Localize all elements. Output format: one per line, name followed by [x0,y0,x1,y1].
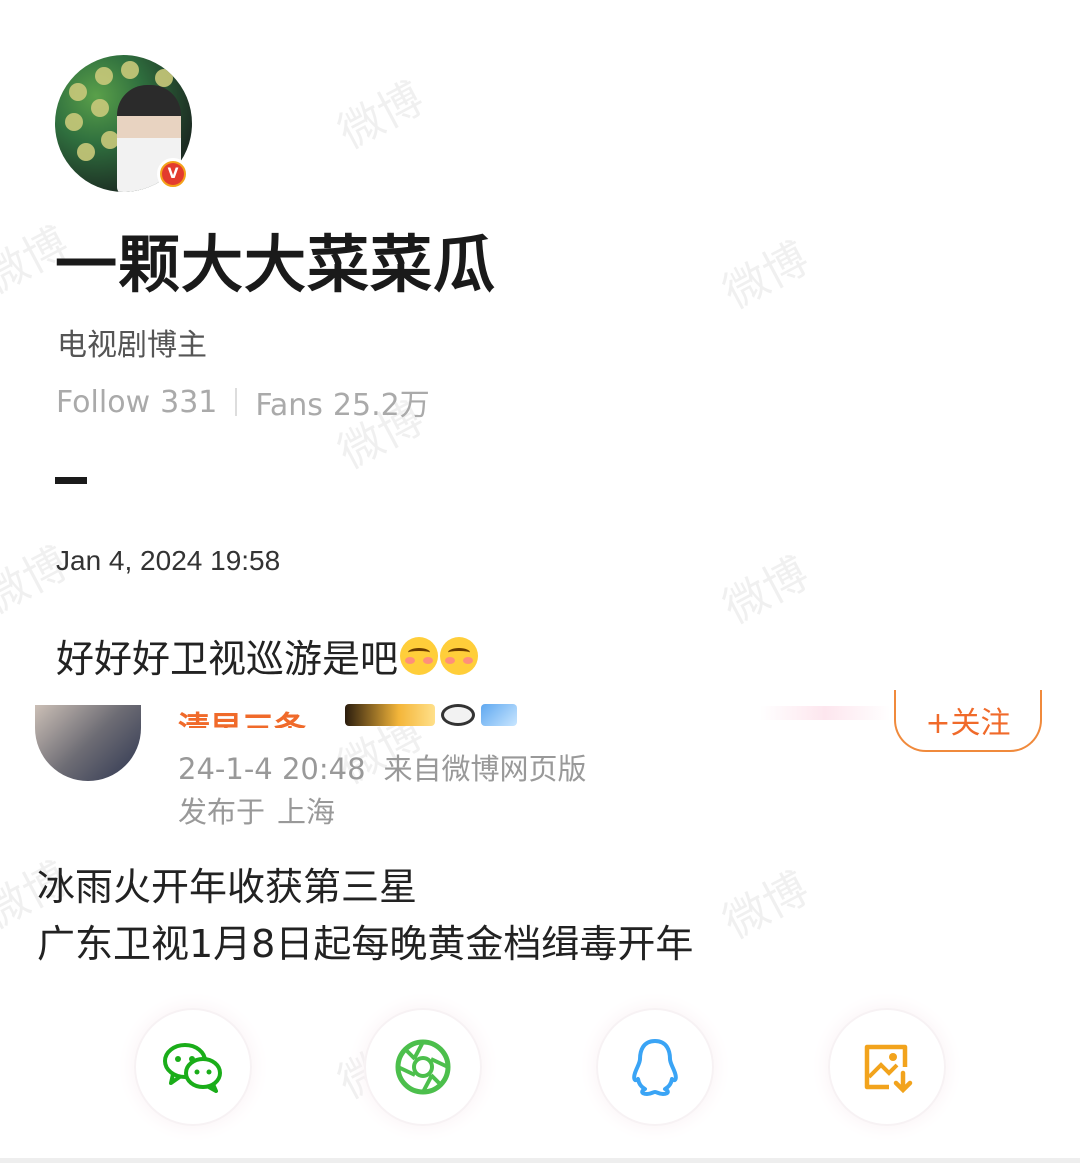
watermark: 微博 [715,547,817,635]
watermark: 微博 [715,862,817,950]
quoted-author-badges [345,704,517,726]
watermark: 微博 [0,537,77,625]
qq-icon [632,1039,678,1096]
share-moments-button[interactable] [364,1008,482,1126]
bottom-separator [0,1158,1080,1163]
panda-badge-icon [441,704,475,726]
wechat-icon [163,1043,222,1093]
quoted-post-text-line: 广东卫视1月8日起每晚黄金档缉毒开年 [37,922,694,966]
decorative-banner [760,706,890,720]
level-badge-icon [481,704,517,726]
post-date: Jan 4, 2024 19:58 [56,545,281,576]
quoted-author-name[interactable]: 清早三条 [178,668,306,728]
share-qq-button[interactable] [596,1008,714,1126]
share-wechat-button[interactable] [134,1008,252,1126]
blush-emoji-icon [400,636,439,675]
watermark: 微博 [330,72,432,160]
quoted-post-location: 发布于 上海 [178,795,336,829]
follow-stat[interactable]: Follow 331 [56,385,217,420]
save-image-icon [864,1044,913,1094]
watermark: 微博 [715,232,817,320]
member-badge-icon [345,704,435,726]
quoted-author-avatar[interactable] [35,705,141,781]
profile-description: 电视剧博主 [57,328,207,363]
profile-stats: Follow 331 Fans 25.2万 [56,380,430,424]
verified-badge-icon: V [157,158,189,190]
moments-icon [395,1039,451,1095]
fans-stat[interactable]: Fans 25.2万 [255,380,429,424]
blush-emoji-icon [440,636,479,675]
stats-divider [235,388,238,416]
follow-button[interactable]: +关注 [894,690,1042,752]
section-divider [55,477,87,484]
save-image-button[interactable] [828,1008,946,1126]
profile-name: 一颗大大菜菜瓜 [55,228,497,301]
quoted-post-meta: 24-1-4 20:48 来自微博网页版 [178,752,587,786]
quoted-post-text-line: 冰雨火开年收获第三星 [37,865,418,909]
